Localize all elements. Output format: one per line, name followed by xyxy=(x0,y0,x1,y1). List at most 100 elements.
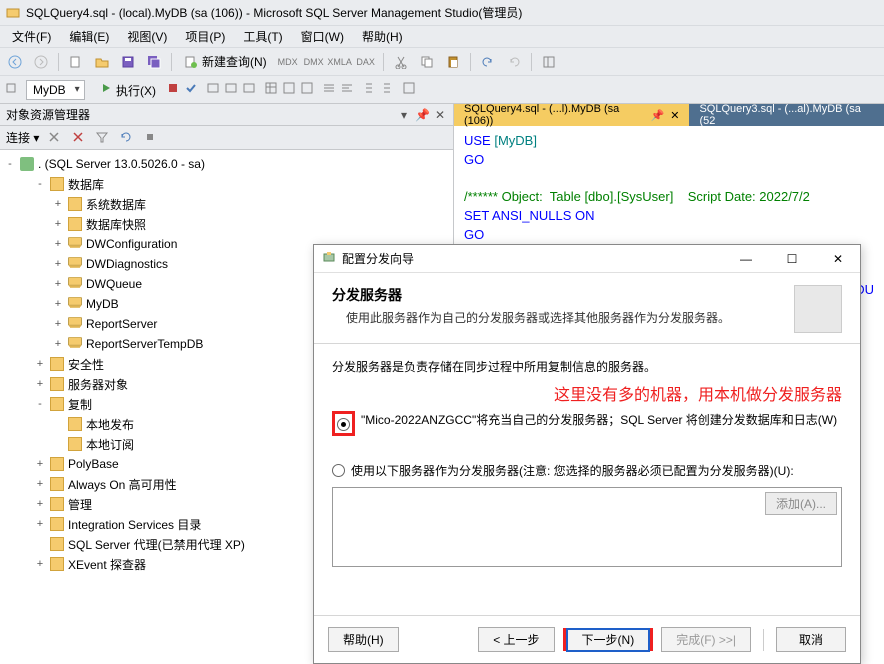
wizard-maximize-button[interactable]: ☐ xyxy=(772,246,812,272)
tab-sqlquery3[interactable]: SQLQuery3.sql - (...al).MyDB (sa (52 xyxy=(689,104,884,126)
tree-twisty[interactable]: + xyxy=(52,318,64,330)
db-icon xyxy=(68,237,82,245)
wizard-close-button[interactable]: ✕ xyxy=(818,246,858,272)
option-self-distributor[interactable]: "Mico-2022ANZGCC"将充当自己的分发服务器；SQL Server … xyxy=(332,411,842,436)
cut-button[interactable] xyxy=(390,51,412,73)
server-icon xyxy=(20,157,34,171)
tree-twisty[interactable]: + xyxy=(34,498,46,510)
props-button[interactable] xyxy=(538,51,560,73)
connect-icon-1[interactable] xyxy=(47,130,63,146)
tree-node[interactable]: +数据库快照 xyxy=(2,214,451,234)
copy-button[interactable] xyxy=(416,51,438,73)
tree-twisty[interactable]: + xyxy=(34,518,46,530)
tree-twisty[interactable]: + xyxy=(34,458,46,470)
tab-pin-icon[interactable]: 📌 xyxy=(651,109,665,122)
redo-button[interactable] xyxy=(503,51,525,73)
wizard-minimize-button[interactable]: — xyxy=(726,246,766,272)
next-button[interactable]: 下一步(N) xyxy=(566,628,651,652)
filter-icon[interactable] xyxy=(95,130,111,146)
menu-view[interactable]: 视图(V) xyxy=(119,26,175,47)
tb2-btn-e[interactable] xyxy=(282,81,296,98)
tab-sqlquery4[interactable]: SQLQuery4.sql - (...l).MyDB (sa (106)) 📌… xyxy=(454,104,689,126)
refresh-icon[interactable] xyxy=(119,130,135,146)
tb2-btn-c[interactable] xyxy=(242,81,256,98)
radio-self[interactable] xyxy=(337,418,350,431)
radio-other[interactable] xyxy=(332,464,345,477)
db-icon xyxy=(68,277,82,285)
tb2-btn-d[interactable] xyxy=(264,81,278,98)
connect-icon-2[interactable] xyxy=(71,130,87,146)
tree-node-label: MyDB xyxy=(86,297,119,311)
menu-edit[interactable]: 编辑(E) xyxy=(61,26,117,47)
btn-mdx[interactable]: MDX xyxy=(277,51,299,73)
menu-project[interactable]: 项目(P) xyxy=(177,26,233,47)
tree-twisty[interactable]: + xyxy=(34,378,46,390)
tb2-btn-f[interactable] xyxy=(300,81,314,98)
server-listbox: 添加(A)... xyxy=(332,487,842,567)
open-button[interactable] xyxy=(91,51,113,73)
help-button[interactable]: 帮助(H) xyxy=(328,627,399,652)
tree-twisty[interactable]: + xyxy=(52,258,64,270)
menu-window[interactable]: 窗口(W) xyxy=(293,26,352,47)
tree-twisty[interactable]: + xyxy=(52,218,64,230)
undo-button[interactable] xyxy=(477,51,499,73)
execute-button[interactable]: 执行(X) xyxy=(93,81,162,99)
panel-dropdown-icon[interactable]: ▾ xyxy=(397,108,411,122)
tb2-btn-j[interactable] xyxy=(380,81,394,98)
tree-twisty[interactable]: + xyxy=(34,358,46,370)
database-combo[interactable]: MyDB xyxy=(26,80,85,100)
tb2-btn1[interactable] xyxy=(4,81,18,98)
finish-button: 完成(F) >>| xyxy=(661,627,751,652)
server-list-area[interactable] xyxy=(333,488,761,566)
new-query-button[interactable]: 新建查询(N) xyxy=(178,51,273,73)
database-combo-value: MyDB xyxy=(33,83,66,97)
tb2-btn-b[interactable] xyxy=(224,81,238,98)
cancel-button[interactable]: 取消 xyxy=(776,627,846,652)
panel-pin-icon[interactable]: 📌 xyxy=(415,108,429,122)
tree-twisty[interactable]: + xyxy=(52,278,64,290)
tb2-btn-k[interactable] xyxy=(402,81,416,98)
tree-twisty[interactable]: - xyxy=(34,398,46,410)
tree-twisty[interactable]: + xyxy=(52,238,64,250)
back-button[interactable]: < 上一步 xyxy=(478,627,554,652)
wizard-header-icon xyxy=(794,285,842,333)
tree-twisty[interactable]: + xyxy=(34,558,46,570)
stop-refresh-icon[interactable] xyxy=(143,130,159,146)
tree-twisty[interactable]: + xyxy=(34,478,46,490)
menu-tools[interactable]: 工具(T) xyxy=(235,26,290,47)
nav-back-button[interactable] xyxy=(4,51,26,73)
xevent-icon xyxy=(50,557,64,571)
tree-twisty[interactable]: + xyxy=(52,338,64,350)
tree-node-label: 复制 xyxy=(68,396,92,413)
connect-button[interactable]: 连接 ▾ xyxy=(6,129,39,146)
paste-button[interactable] xyxy=(442,51,464,73)
tb2-btn-a[interactable] xyxy=(206,81,220,98)
tree-node[interactable]: +系统数据库 xyxy=(2,194,451,214)
btn-dax[interactable]: DAX xyxy=(355,51,377,73)
panel-close-icon[interactable]: ✕ xyxy=(433,108,447,122)
tb2-btn-i[interactable] xyxy=(362,81,376,98)
tb2-btn-g[interactable] xyxy=(322,81,336,98)
save-all-button[interactable] xyxy=(143,51,165,73)
option-self-label: "Mico-2022ANZGCC"将充当自己的分发服务器；SQL Server … xyxy=(361,411,837,428)
btn-xmla[interactable]: XMLA xyxy=(329,51,351,73)
tree-twisty[interactable]: + xyxy=(52,298,64,310)
tree-twisty[interactable]: - xyxy=(34,178,46,190)
nav-fwd-button[interactable] xyxy=(30,51,52,73)
wizard-header: 分发服务器 使用此服务器作为自己的分发服务器或选择其他服务器作为分发服务器。 xyxy=(314,273,860,344)
option-other-distributor[interactable]: 使用以下服务器作为分发服务器(注意: 您选择的服务器必须已配置为分发服务器)(U… xyxy=(332,462,842,479)
save-button[interactable] xyxy=(117,51,139,73)
tree-node[interactable]: -数据库 xyxy=(2,174,451,194)
tree-node-label: SQL Server 代理(已禁用代理 XP) xyxy=(68,536,245,553)
annotation-highlight-radio xyxy=(332,411,355,436)
tree-root[interactable]: - . (SQL Server 13.0.5026.0 - sa) xyxy=(2,154,451,174)
menu-help[interactable]: 帮助(H) xyxy=(354,26,411,47)
new-button[interactable] xyxy=(65,51,87,73)
tree-twisty[interactable]: + xyxy=(52,198,64,210)
btn-dmx[interactable]: DMX xyxy=(303,51,325,73)
parse-button[interactable] xyxy=(184,81,198,98)
stop-button[interactable] xyxy=(166,81,180,98)
tb2-btn-h[interactable] xyxy=(340,81,354,98)
menu-file[interactable]: 文件(F) xyxy=(4,26,59,47)
tab-close-icon[interactable]: ✕ xyxy=(670,109,679,122)
